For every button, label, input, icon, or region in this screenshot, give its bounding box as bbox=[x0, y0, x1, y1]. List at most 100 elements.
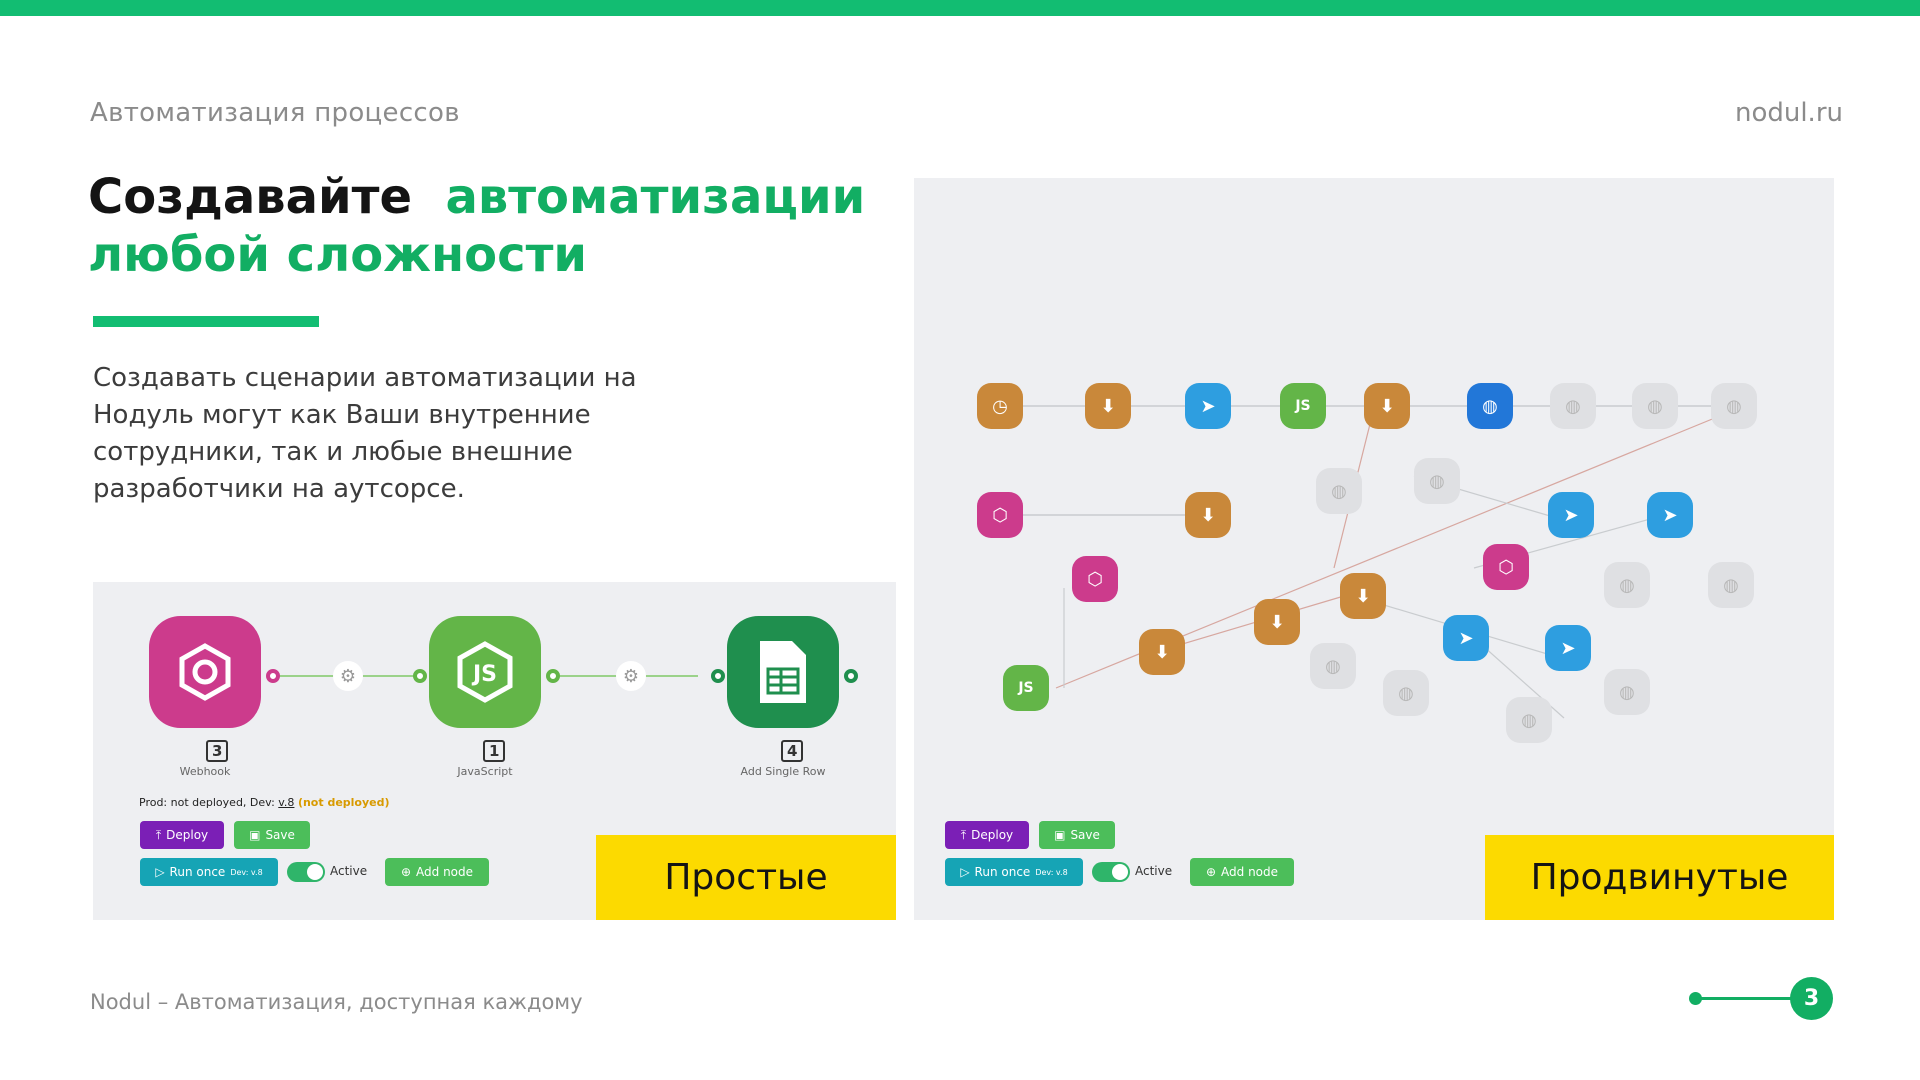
advanced-connections bbox=[1000, 405, 1745, 719]
advanced-caption: Продвинутые bbox=[1485, 835, 1834, 920]
spreadsheet-icon bbox=[760, 641, 806, 703]
page-number: 3 bbox=[1790, 977, 1833, 1020]
download-icon[interactable]: ⬇ bbox=[1085, 383, 1131, 429]
telegram-icon[interactable]: ➤ bbox=[1185, 383, 1231, 429]
javascript-icon: JS bbox=[457, 641, 513, 703]
globe-icon[interactable]: ◍ bbox=[1383, 670, 1429, 716]
active-label: Active bbox=[1135, 864, 1173, 878]
run-once-button[interactable]: ▷ Run once Dev: v.8 bbox=[945, 858, 1083, 886]
run-once-label: Run once bbox=[169, 865, 226, 879]
deploy-button[interactable]: ⤒ Deploy bbox=[945, 821, 1029, 849]
gear-icon[interactable]: ⚙ bbox=[333, 661, 363, 691]
title-line-2: любой сложности bbox=[88, 227, 588, 283]
plus-icon: ⊕ bbox=[400, 865, 412, 879]
javascript-input-port[interactable] bbox=[413, 669, 427, 683]
webhook-node[interactable] bbox=[149, 616, 261, 728]
download-icon[interactable]: ⬇ bbox=[1364, 383, 1410, 429]
footer-tagline: Nodul – Автоматизация, доступная каждому bbox=[90, 990, 583, 1014]
node-number: 1 bbox=[483, 740, 506, 762]
save-icon: ▣ bbox=[1054, 828, 1066, 842]
javascript-output-port[interactable] bbox=[546, 669, 560, 683]
active-toggle[interactable] bbox=[287, 862, 325, 882]
deploy-label: Deploy bbox=[166, 828, 209, 842]
add-node-button[interactable]: ⊕ Add node bbox=[1190, 858, 1294, 886]
header-site-link[interactable]: nodul.ru bbox=[1735, 98, 1843, 128]
spreadsheet-output-port[interactable] bbox=[844, 669, 858, 683]
status-prefix: Prod: not deployed, Dev: bbox=[139, 796, 275, 809]
save-button[interactable]: ▣ Save bbox=[234, 821, 310, 849]
javascript-node[interactable]: JS bbox=[429, 616, 541, 728]
webhook-icon[interactable]: ⬡ bbox=[1072, 556, 1118, 602]
spreadsheet-node[interactable] bbox=[727, 616, 839, 728]
globe-icon[interactable]: ◍ bbox=[1708, 562, 1754, 608]
globe-icon[interactable]: ◍ bbox=[1632, 383, 1678, 429]
active-label: Active bbox=[330, 864, 368, 878]
plus-icon: ⊕ bbox=[1205, 865, 1217, 879]
telegram-icon[interactable]: ➤ bbox=[1647, 492, 1693, 538]
webhook-icon bbox=[179, 643, 231, 701]
deploy-label: Deploy bbox=[971, 828, 1014, 842]
advanced-scenario-panel: ◷ ⬇ ➤ JS ⬇ ◍ ◍ ◍ ◍ ⬡ ⬇ ◍ ◍ ➤ ➤ ⬡ ⬡ ◍ ◍ ⬇… bbox=[914, 178, 1834, 920]
gear-icon[interactable]: ⚙ bbox=[616, 661, 646, 691]
telegram-icon[interactable]: ➤ bbox=[1548, 492, 1594, 538]
status-not-deployed: (not deployed) bbox=[297, 796, 390, 809]
globe-icon[interactable]: ◍ bbox=[1467, 383, 1513, 429]
telegram-icon[interactable]: ➤ bbox=[1545, 625, 1591, 671]
timer-icon[interactable]: ◷ bbox=[977, 383, 1023, 429]
save-button[interactable]: ▣ Save bbox=[1039, 821, 1115, 849]
deploy-button[interactable]: ⤒ Deploy bbox=[140, 821, 224, 849]
download-icon[interactable]: ⬇ bbox=[1185, 492, 1231, 538]
svg-text:JS: JS bbox=[471, 662, 497, 687]
upload-icon: ⤒ bbox=[960, 827, 967, 842]
download-icon[interactable]: ⬇ bbox=[1340, 573, 1386, 619]
active-toggle[interactable] bbox=[1092, 862, 1130, 882]
run-once-version: Dev: v.8 bbox=[230, 867, 263, 877]
globe-icon[interactable]: ◍ bbox=[1506, 697, 1552, 743]
header-section-title: Автоматизация процессов bbox=[90, 98, 460, 128]
node-number: 4 bbox=[781, 740, 804, 762]
globe-icon[interactable]: ◍ bbox=[1414, 458, 1460, 504]
globe-icon[interactable]: ◍ bbox=[1604, 669, 1650, 715]
javascript-icon[interactable]: JS bbox=[1280, 383, 1326, 429]
download-icon[interactable]: ⬇ bbox=[1139, 629, 1185, 675]
add-node-label: Add node bbox=[416, 865, 474, 879]
pager-line bbox=[1694, 997, 1794, 1000]
pager-dot bbox=[1689, 992, 1702, 1005]
slide-title: Создавайте автоматизации любой сложности bbox=[88, 168, 868, 284]
globe-icon[interactable]: ◍ bbox=[1316, 468, 1362, 514]
title-underline bbox=[93, 316, 319, 327]
save-icon: ▣ bbox=[249, 828, 261, 842]
webhook-icon[interactable]: ⬡ bbox=[977, 492, 1023, 538]
run-once-button[interactable]: ▷ Run once Dev: v.8 bbox=[140, 858, 278, 886]
globe-icon[interactable]: ◍ bbox=[1604, 562, 1650, 608]
simple-scenario-panel: ⚙ 3 Webhook JS ⚙ 1 JavaScript 4 Add Sing… bbox=[93, 582, 896, 920]
run-once-version: Dev: v.8 bbox=[1035, 867, 1068, 877]
title-part-2: автоматизации bbox=[445, 169, 866, 225]
globe-icon[interactable]: ◍ bbox=[1310, 643, 1356, 689]
spreadsheet-input-port[interactable] bbox=[711, 669, 725, 683]
simple-caption: Простые bbox=[596, 835, 896, 920]
javascript-icon[interactable]: JS bbox=[1003, 665, 1049, 711]
save-label: Save bbox=[265, 828, 295, 842]
run-once-label: Run once bbox=[974, 865, 1031, 879]
status-version-link[interactable]: v.8 bbox=[278, 796, 294, 809]
node-label: Webhook bbox=[179, 765, 231, 778]
node-label: Add Single Row bbox=[740, 765, 826, 778]
upload-icon: ⤒ bbox=[155, 827, 162, 842]
download-icon[interactable]: ⬇ bbox=[1254, 599, 1300, 645]
deploy-status: Prod: not deployed, Dev: v.8 (not deploy… bbox=[139, 796, 390, 809]
play-icon: ▷ bbox=[155, 865, 165, 879]
globe-icon[interactable]: ◍ bbox=[1711, 383, 1757, 429]
save-label: Save bbox=[1070, 828, 1100, 842]
telegram-icon[interactable]: ➤ bbox=[1443, 615, 1489, 661]
globe-icon[interactable]: ◍ bbox=[1550, 383, 1596, 429]
add-node-button[interactable]: ⊕ Add node bbox=[385, 858, 489, 886]
node-label: JavaScript bbox=[457, 765, 513, 778]
add-node-label: Add node bbox=[1221, 865, 1279, 879]
node-number: 3 bbox=[206, 740, 229, 762]
slide-description: Создавать сценарии автоматизации на Ноду… bbox=[93, 363, 637, 504]
webhook-icon[interactable]: ⬡ bbox=[1483, 544, 1529, 590]
play-icon: ▷ bbox=[960, 865, 970, 879]
top-accent-bar bbox=[0, 0, 1920, 16]
webhook-output-port[interactable] bbox=[266, 669, 280, 683]
